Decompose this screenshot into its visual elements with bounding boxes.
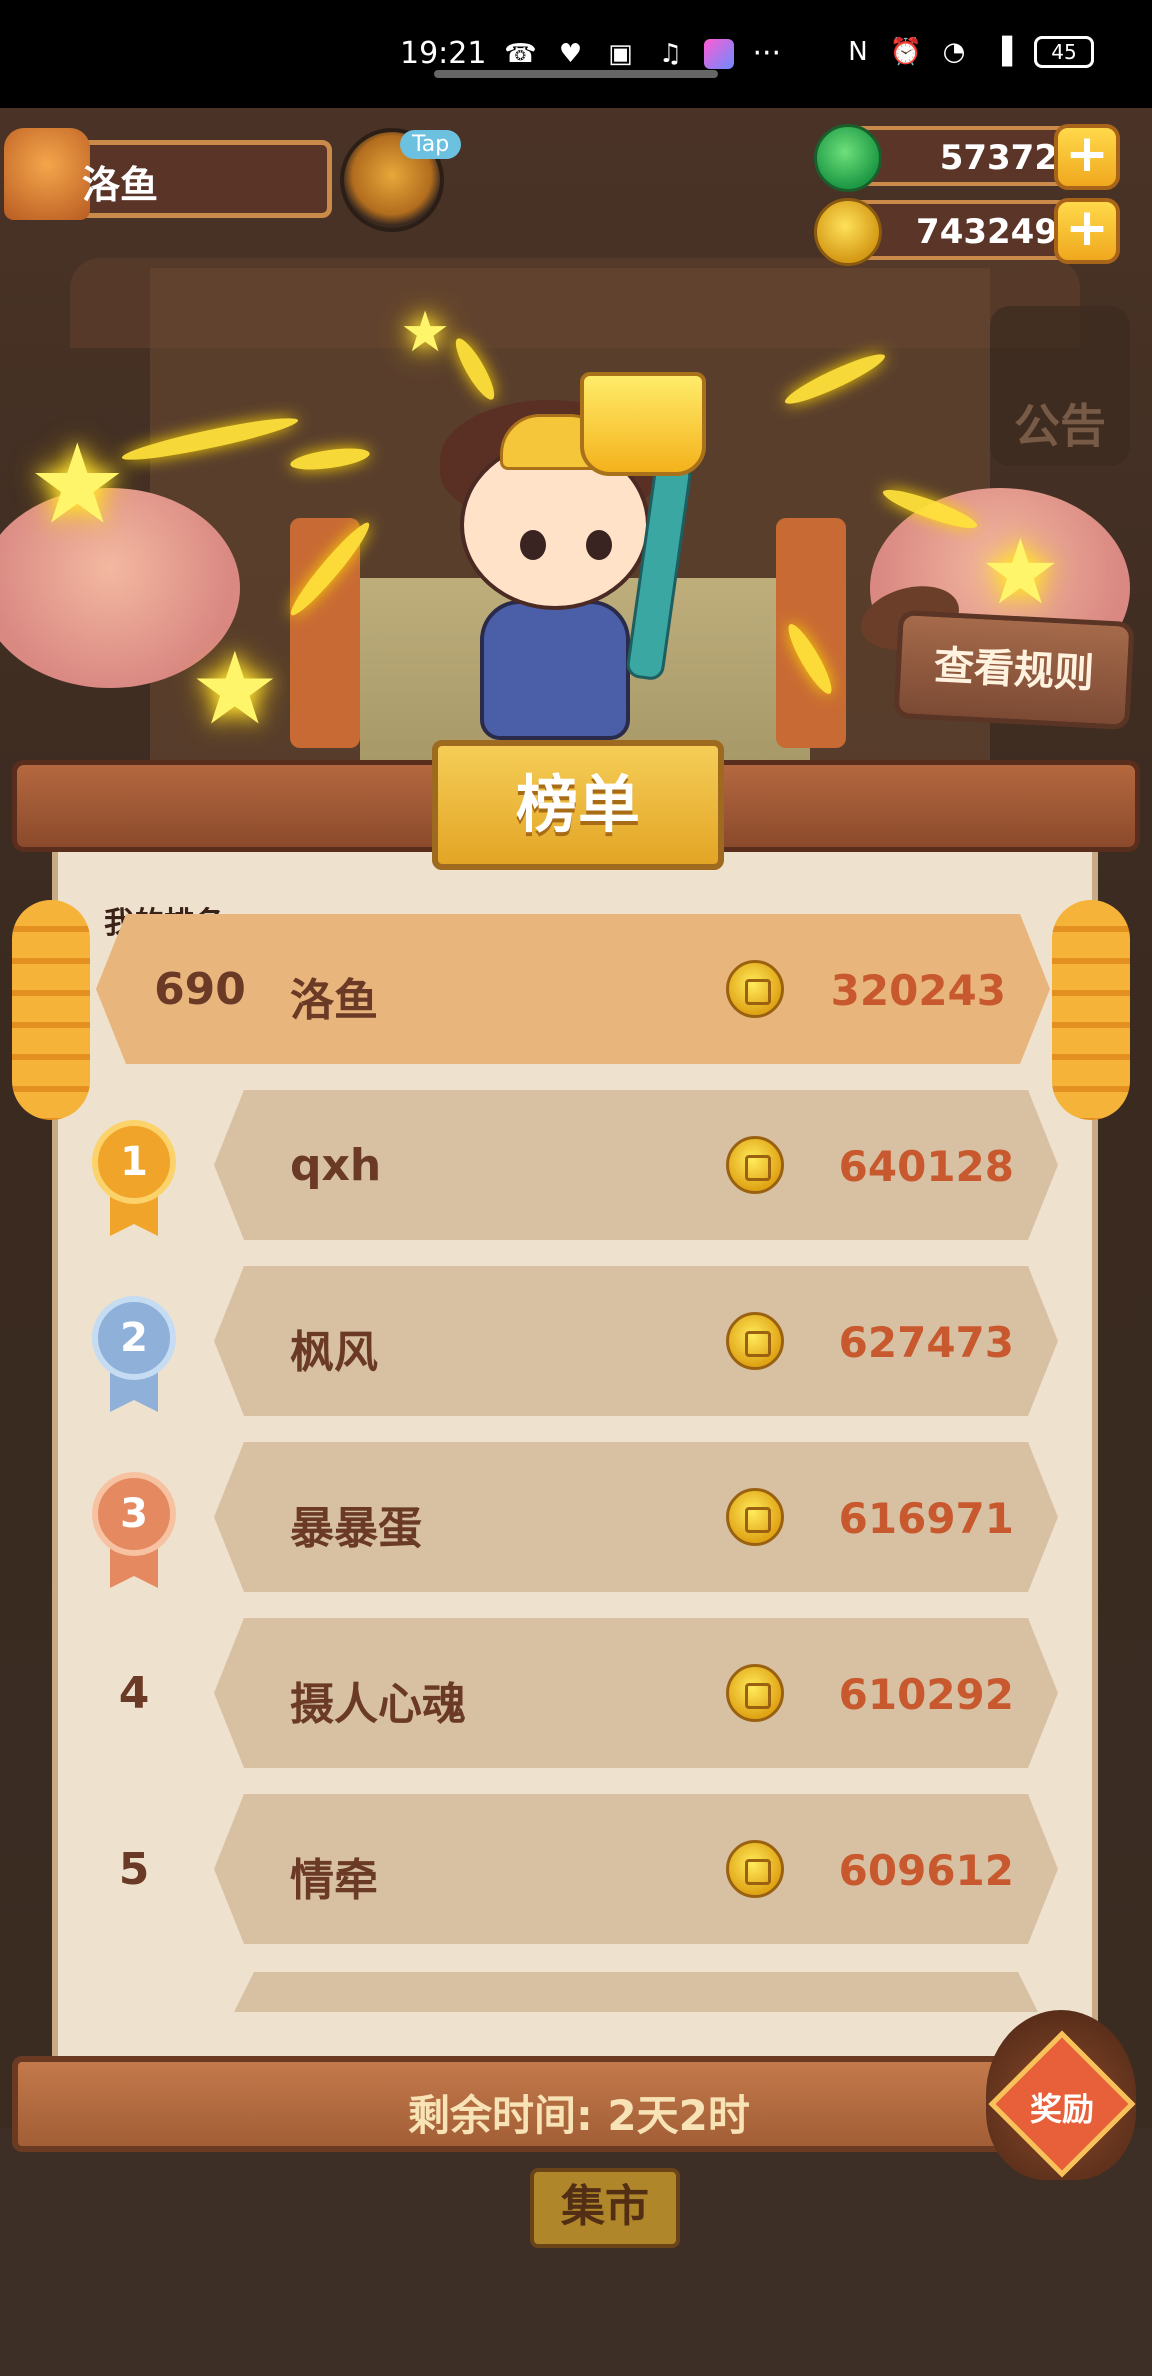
alarm-icon: ⏰ bbox=[889, 37, 923, 67]
missed-call-icon: ☎ bbox=[504, 38, 537, 69]
my-rank-row[interactable]: 690 洛鱼 320243 bbox=[96, 914, 1050, 1064]
coin-icon bbox=[726, 1312, 784, 1370]
hero-body bbox=[480, 600, 630, 740]
coin-value: 743249 bbox=[916, 212, 1058, 252]
app-notification-icon: ♥ bbox=[558, 38, 583, 69]
my-rank-number: 690 bbox=[154, 964, 246, 1015]
table-row[interactable] bbox=[234, 1972, 1038, 2012]
player-avatar[interactable] bbox=[4, 128, 90, 220]
coin-icon bbox=[726, 1488, 784, 1546]
reward-button[interactable]: 奖励 bbox=[1020, 2084, 1104, 2130]
shovel-icon bbox=[580, 372, 706, 476]
market-sign[interactable]: 集市 bbox=[530, 2168, 680, 2248]
battery-level: 45 bbox=[1051, 40, 1077, 64]
coin-currency: 743249 + bbox=[814, 198, 1120, 266]
app-icon bbox=[704, 38, 735, 69]
jade-currency: 57372 + bbox=[814, 124, 1120, 192]
hero-eye bbox=[586, 530, 612, 560]
add-jade-button[interactable]: + bbox=[1054, 124, 1120, 190]
corn-decoration bbox=[1052, 900, 1130, 1120]
player-rank-score: 627473 bbox=[838, 1318, 1014, 1367]
rank-medal-icon: 3 bbox=[92, 1472, 176, 1556]
player-rank-name: qxh bbox=[290, 1140, 382, 1191]
table-row[interactable]: 暴暴蛋 616971 bbox=[214, 1442, 1058, 1592]
jade-value: 57372 bbox=[939, 138, 1058, 178]
player-rank-score: 616971 bbox=[838, 1494, 1014, 1543]
status-bar: 19:21 ☎ ♥ ▣ ♫ ··· N ⏰ ◔ ▐ 45 bbox=[0, 0, 1152, 108]
wifi-icon: ◔ bbox=[942, 37, 966, 67]
remaining-time: 剩余时间: 2天2时 bbox=[408, 2091, 750, 2140]
status-right: N ⏰ ◔ ▐ 45 bbox=[842, 36, 1094, 68]
rank-number: 4 bbox=[118, 1668, 150, 1719]
table-row[interactable]: qxh 640128 bbox=[214, 1090, 1058, 1240]
star-icon: ★ bbox=[190, 630, 280, 747]
star-icon: ★ bbox=[980, 520, 1061, 625]
status-time: 19:21 bbox=[400, 36, 487, 71]
player-rank-name: 暴暴蛋 bbox=[290, 1503, 422, 1554]
nfc-icon: N bbox=[848, 37, 868, 67]
coin-icon bbox=[814, 198, 882, 266]
right-pillar bbox=[776, 518, 846, 748]
status-left: 19:21 ☎ ♥ ▣ ♫ ··· bbox=[400, 36, 781, 71]
board-title: 榜单 bbox=[432, 740, 724, 870]
rank-number: 5 bbox=[118, 1844, 150, 1895]
jade-icon bbox=[814, 124, 882, 192]
coin-icon bbox=[726, 1136, 784, 1194]
market-ground bbox=[0, 2128, 1152, 2376]
player-name: 洛鱼 bbox=[82, 163, 159, 207]
coin-icon bbox=[726, 1840, 784, 1898]
star-icon: ★ bbox=[28, 420, 127, 548]
player-rank-name: 摄人心魂 bbox=[290, 1679, 466, 1730]
more-icon: ··· bbox=[752, 36, 782, 71]
hero-eye bbox=[520, 530, 546, 560]
signal-5g-icon: ▐ bbox=[992, 37, 1012, 67]
view-rules-button[interactable]: 查看规则 bbox=[893, 609, 1135, 731]
player-rank-name: 枫风 bbox=[290, 1327, 378, 1378]
star-icon: ★ bbox=[400, 300, 451, 365]
table-row[interactable]: 情牵 609612 bbox=[214, 1794, 1058, 1944]
my-name: 洛鱼 bbox=[290, 975, 378, 1026]
rank-medal-icon: 1 bbox=[92, 1120, 176, 1204]
notification-handle[interactable] bbox=[434, 70, 718, 78]
rank-medal-icon: 2 bbox=[92, 1296, 176, 1380]
add-coin-button[interactable]: + bbox=[1054, 198, 1120, 264]
tv-icon: ▣ bbox=[608, 38, 633, 69]
battery-icon: 45 bbox=[1034, 36, 1094, 68]
player-rank-score: 640128 bbox=[838, 1142, 1014, 1191]
player-rank-score: 610292 bbox=[838, 1670, 1014, 1719]
player-rank-score: 609612 bbox=[838, 1846, 1014, 1895]
my-score: 320243 bbox=[830, 966, 1006, 1015]
player-rank-name: 情牵 bbox=[290, 1855, 378, 1906]
coin-icon bbox=[726, 1664, 784, 1722]
corn-decoration bbox=[12, 900, 90, 1120]
tap-label[interactable]: Tap bbox=[400, 130, 462, 159]
table-row[interactable]: 枫风 627473 bbox=[214, 1266, 1058, 1416]
music-icon: ♫ bbox=[658, 38, 683, 69]
coin-icon bbox=[726, 960, 784, 1018]
notice-button[interactable]: 公告 bbox=[990, 306, 1130, 466]
table-row[interactable]: 摄人心魂 610292 bbox=[214, 1618, 1058, 1768]
